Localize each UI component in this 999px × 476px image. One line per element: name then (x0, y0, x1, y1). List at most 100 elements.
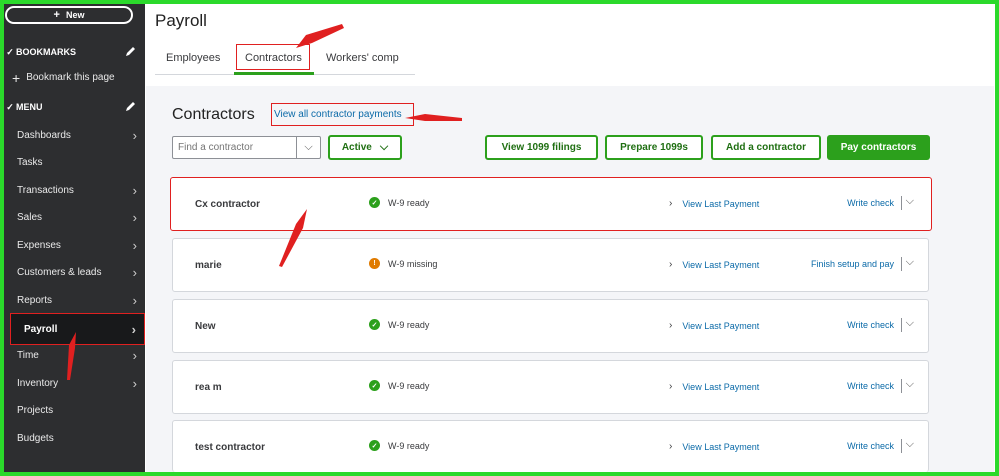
chevron-down-icon[interactable]: ⌵ (296, 137, 320, 158)
prepare-1099s-button[interactable]: Prepare 1099s (605, 135, 703, 160)
pay-contractors-button[interactable]: Pay contractors (827, 135, 930, 160)
chevron-right-icon: › (669, 198, 673, 209)
sidebar-item-payroll[interactable]: Payroll › (10, 313, 145, 345)
sidebar-item-label: Dashboards (17, 129, 71, 141)
pencil-icon[interactable] (125, 45, 137, 57)
view-last-payment-label: View Last Payment (682, 259, 760, 270)
w9-status-label: W-9 ready (388, 440, 430, 451)
sidebar-item-label: Sales (17, 211, 43, 223)
sidebar-item-expenses[interactable]: Expenses › (4, 234, 145, 256)
chevron-right-icon: › (131, 322, 136, 337)
contractor-row[interactable]: New ✓ W-9 ready › View Last Payment Writ… (172, 299, 929, 353)
active-tab-indicator (234, 72, 314, 75)
sidebar-item-label: Time (17, 349, 39, 361)
write-check-link[interactable]: Write check (847, 441, 894, 451)
menu-label: MENU (16, 102, 43, 112)
chevron-right-icon: › (132, 183, 137, 198)
chevron-right-icon: › (132, 376, 137, 391)
new-button[interactable]: + New (5, 6, 133, 24)
sidebar-item-reports[interactable]: Reports › (4, 289, 145, 311)
contractor-name[interactable]: Cx contractor (195, 199, 260, 210)
bookmarks-header[interactable]: ✓ BOOKMARKS (4, 44, 145, 60)
contractor-name[interactable]: test contractor (195, 442, 265, 453)
chevron-down-icon[interactable]: ⌵ (906, 256, 914, 269)
plus-icon: + (53, 9, 60, 21)
chevron-down-icon[interactable]: ⌵ (906, 378, 914, 391)
w9-status-label: W-9 missing (388, 258, 438, 269)
sidebar-item-budgets[interactable]: Budgets (4, 427, 145, 449)
chevron-down-icon[interactable]: ⌵ (906, 195, 914, 208)
view-last-payment-link[interactable]: › View Last Payment (669, 320, 759, 331)
contractor-row[interactable]: Cx contractor ✓ W-9 ready › View Last Pa… (170, 177, 932, 231)
chevron-right-icon: › (132, 348, 137, 363)
annotation-box-tab (236, 44, 310, 70)
new-button-label: New (65, 10, 85, 20)
plus-icon: + (12, 69, 21, 86)
menu-header[interactable]: ✓ MENU (4, 99, 145, 115)
action-divider (901, 318, 902, 332)
chevron-down-icon[interactable]: ⌵ (906, 317, 914, 330)
contractor-name[interactable]: marie (195, 260, 222, 271)
contractor-name[interactable]: New (195, 321, 216, 332)
sidebar-item-label: Customers & leads (17, 266, 102, 278)
action-divider (901, 257, 902, 271)
w9-status-label: W-9 ready (388, 197, 430, 208)
status-filter-dropdown[interactable]: Active ⌵ (328, 135, 402, 160)
sidebar: + New ✓ BOOKMARKS + Bookmark this page ✓… (4, 4, 145, 472)
sidebar-item-inventory[interactable]: Inventory › (4, 372, 145, 394)
check-icon: ✓ (6, 101, 14, 112)
chevron-down-icon[interactable]: ⌵ (906, 438, 914, 451)
action-divider (901, 196, 902, 210)
sidebar-item-label: Projects (17, 404, 54, 416)
status-filter-label: Active (341, 142, 372, 153)
sidebar-item-tasks[interactable]: Tasks (4, 151, 145, 173)
chevron-right-icon: › (669, 259, 673, 270)
view-last-payment-link[interactable]: › View Last Payment (669, 441, 759, 452)
view-last-payment-label: View Last Payment (682, 198, 760, 209)
contractor-search-input[interactable] (173, 137, 297, 158)
sidebar-item-dashboards[interactable]: Dashboards › (4, 124, 145, 146)
tab-workers-comp[interactable]: Workers' comp (326, 52, 399, 64)
action-divider (901, 379, 902, 393)
chevron-right-icon: › (669, 320, 673, 331)
sidebar-item-transactions[interactable]: Transactions › (4, 179, 145, 201)
sidebar-item-time[interactable]: Time › (4, 344, 145, 366)
check-circle-icon: ✓ (369, 380, 380, 391)
view-1099-filings-button[interactable]: View 1099 filings (485, 135, 598, 160)
view-last-payment-link[interactable]: › View Last Payment (669, 259, 759, 270)
contractor-row[interactable]: rea m ✓ W-9 ready › View Last Payment Wr… (172, 360, 929, 414)
bookmark-this-page[interactable]: + Bookmark this page (12, 69, 115, 86)
view-last-payment-link[interactable]: › View Last Payment (669, 198, 759, 209)
add-contractor-button[interactable]: Add a contractor (711, 135, 821, 160)
chevron-right-icon: › (132, 238, 137, 253)
pencil-icon[interactable] (125, 100, 137, 112)
w9-status-label: W-9 ready (388, 319, 430, 330)
contractor-name[interactable]: rea m (195, 382, 222, 393)
check-circle-icon: ✓ (369, 319, 380, 330)
contractor-row[interactable]: marie ! W-9 missing › View Last Payment … (172, 238, 929, 292)
sidebar-item-projects[interactable]: Projects (4, 399, 145, 421)
w9-status: ✓ W-9 ready (369, 440, 429, 451)
contractor-search: ⌵ (172, 136, 321, 159)
view-last-payment-link[interactable]: › View Last Payment (669, 381, 759, 392)
chevron-right-icon: › (132, 265, 137, 280)
write-check-link[interactable]: Write check (847, 320, 894, 330)
write-check-link[interactable]: Write check (847, 381, 894, 391)
chevron-right-icon: › (669, 441, 673, 452)
page-title: Payroll (155, 11, 207, 30)
sidebar-item-customers-leads[interactable]: Customers & leads › (4, 261, 145, 283)
chevron-right-icon: › (669, 381, 673, 392)
tab-employees[interactable]: Employees (166, 52, 220, 64)
contractor-row[interactable]: test contractor ✓ W-9 ready › View Last … (172, 420, 929, 472)
exclamation-circle-icon: ! (369, 258, 380, 269)
sidebar-item-sales[interactable]: Sales › (4, 206, 145, 228)
sidebar-item-label: Transactions (17, 184, 74, 196)
write-check-link[interactable]: Write check (847, 198, 894, 208)
finish-setup-and-pay-link[interactable]: Finish setup and pay (811, 259, 894, 269)
sidebar-item-label: Tasks (17, 156, 43, 168)
sidebar-item-label: Reports (17, 294, 53, 306)
chevron-right-icon: › (132, 210, 137, 225)
sidebar-item-label: Inventory (17, 377, 59, 389)
action-divider (901, 439, 902, 453)
w9-status-label: W-9 ready (388, 380, 430, 391)
